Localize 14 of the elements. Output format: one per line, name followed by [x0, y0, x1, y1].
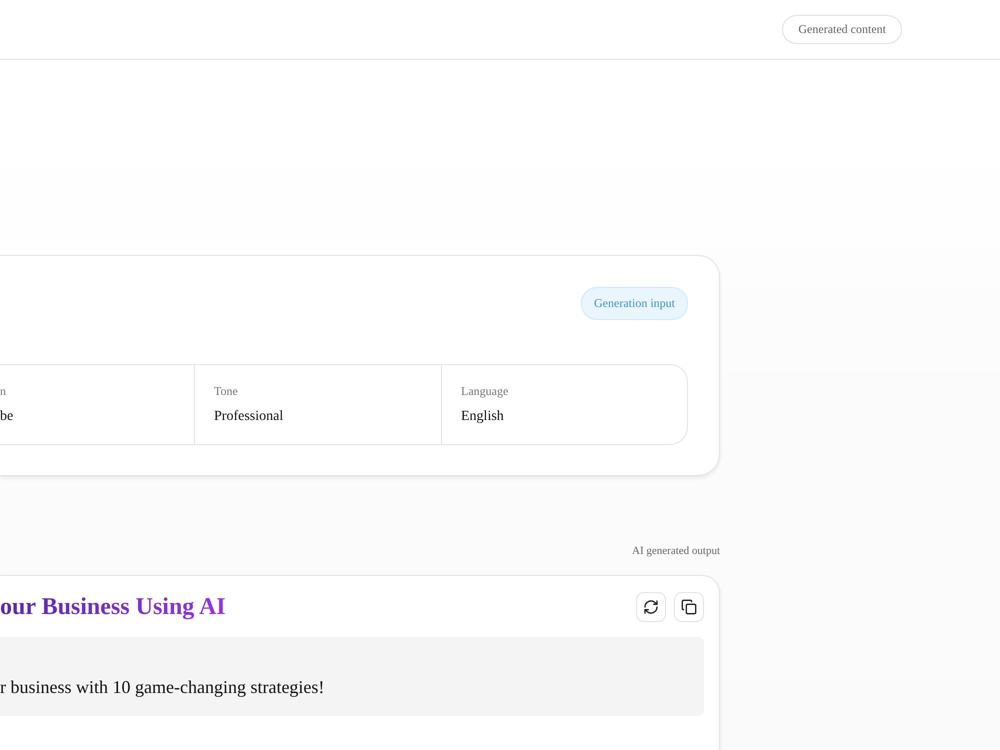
field-label: Tone [214, 384, 239, 399]
field-label: Language [461, 384, 510, 399]
generation-input-badge: Generation input [581, 287, 688, 320]
field-value: English [461, 409, 505, 425]
field-value: Professional [214, 409, 284, 425]
output-caption: AI generated output [632, 545, 720, 557]
output-text: r business with 10 game-changing strategies! [0, 677, 324, 698]
field-value: be [0, 409, 14, 425]
copy-icon [681, 599, 697, 615]
copy-button[interactable] [674, 592, 704, 622]
field-label: n [0, 384, 7, 399]
refresh-icon [643, 599, 659, 615]
generated-content-badge: Generated content [782, 15, 902, 44]
regenerate-button[interactable] [636, 592, 666, 622]
